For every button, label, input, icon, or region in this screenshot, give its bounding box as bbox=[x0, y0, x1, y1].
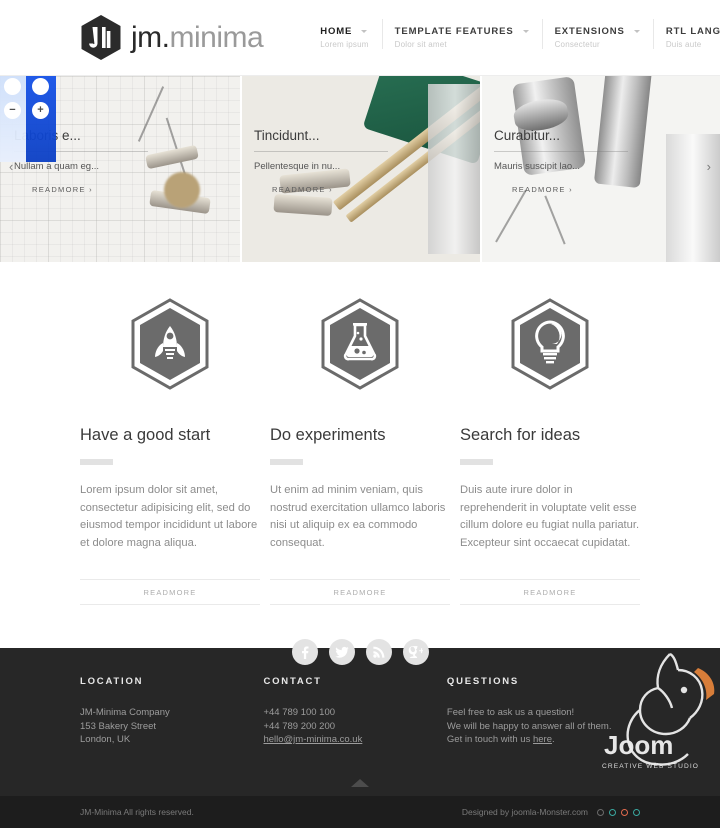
nav-sublabel: Lorem ipsum bbox=[320, 40, 369, 49]
feature-readmore-label: READMORE bbox=[333, 587, 387, 597]
chevron-up-icon bbox=[351, 779, 369, 787]
slider-zoom-control[interactable]: − + bbox=[0, 76, 56, 162]
nav-sublabel: Duis aute bbox=[665, 40, 702, 49]
footer-phone-secondary: +44 789 200 200 bbox=[263, 720, 336, 732]
slide-readmore-link[interactable]: READMORE › bbox=[254, 185, 403, 194]
nav-label: EXTENSIONS bbox=[554, 26, 625, 37]
copyright-text: JM-Minima All rights reserved. bbox=[80, 807, 194, 817]
nav-item-home[interactable]: HOME Lorem ipsum bbox=[307, 17, 381, 59]
zoom-in-button[interactable]: + bbox=[32, 102, 49, 119]
feature-card: Do experiments Ut enim ad minim veniam, … bbox=[270, 298, 450, 605]
flask-icon bbox=[319, 298, 401, 390]
slide-caption: Tincidunt... Pellentesque in nu... READM… bbox=[240, 128, 403, 194]
chevron-down-icon[interactable] bbox=[633, 30, 640, 33]
color-dot bbox=[621, 808, 628, 816]
color-dot bbox=[633, 808, 640, 816]
features-section: Have a good start Lorem ipsum dolor sit … bbox=[0, 262, 720, 605]
logo-wordmark: jm.minima bbox=[131, 20, 264, 55]
svg-text:CREATIVE WEB STUDIO: CREATIVE WEB STUDIO bbox=[602, 763, 699, 770]
feature-text: Lorem ipsum dolor sit amet, consectetur … bbox=[80, 484, 258, 549]
footer-text-suffix: . bbox=[552, 734, 555, 745]
footer-column-title: LOCATION bbox=[80, 676, 144, 687]
feature-card: Search for ideas Duis aute irure dolor i… bbox=[460, 298, 640, 605]
back-to-top-button[interactable] bbox=[330, 770, 390, 796]
slide-caption: Curabitur... Mauris suscipit lao... READ… bbox=[480, 128, 643, 194]
nav-item-rtl-languages[interactable]: RTL LANGUAGES Duis aute bbox=[652, 17, 720, 59]
feature-title: Have a good start bbox=[80, 426, 211, 444]
slide-divider bbox=[240, 76, 242, 262]
footer-columns: LOCATION JM-Minima Company 153 Bakery St… bbox=[0, 648, 720, 747]
color-dot bbox=[597, 808, 604, 816]
zoom-in-top-icon[interactable] bbox=[32, 78, 49, 95]
footer-phone-primary: +44 789 100 100 bbox=[263, 707, 336, 718]
footer-text-line: JM-Minima Company bbox=[80, 707, 170, 718]
nav-sublabel: Consectetur bbox=[554, 40, 600, 49]
feature-title: Do experiments bbox=[270, 426, 386, 444]
footer-column-title: CONTACT bbox=[263, 676, 322, 687]
nav-label: TEMPLATE FEATURES bbox=[394, 26, 514, 37]
nav-label: RTL LANGUAGES bbox=[665, 26, 720, 37]
color-dots bbox=[597, 808, 640, 816]
footer-column-location: LOCATION JM-Minima Company 153 Bakery St… bbox=[80, 676, 263, 747]
zoom-out-top-icon[interactable] bbox=[4, 78, 21, 95]
feature-text: Ut enim ad minim veniam, quis nostrud ex… bbox=[270, 484, 446, 549]
slide-title: Tincidunt... bbox=[254, 128, 388, 152]
nav-item-template-features[interactable]: TEMPLATE FEATURES Dolor sit amet bbox=[381, 17, 542, 59]
feature-divider bbox=[460, 459, 493, 465]
lightbulb-icon bbox=[509, 298, 591, 390]
footer-column-contact: CONTACT +44 789 100 100 +44 789 200 200 … bbox=[263, 676, 446, 747]
feature-readmore-button[interactable]: READMORE bbox=[80, 579, 260, 605]
feature-readmore-button[interactable]: READMORE bbox=[460, 579, 640, 605]
footer-text-line: 153 Bakery Street bbox=[80, 720, 157, 732]
feature-readmore-button[interactable]: READMORE bbox=[270, 579, 450, 605]
slide-item[interactable]: Tincidunt... Pellentesque in nu... READM… bbox=[240, 76, 480, 262]
nav-item-extensions[interactable]: EXTENSIONS Consectetur bbox=[541, 17, 653, 59]
designer-credit-text[interactable]: Designed by joomla-Monster.com bbox=[462, 807, 588, 817]
feature-divider bbox=[80, 459, 113, 465]
feature-card: Have a good start Lorem ipsum dolor sit … bbox=[80, 298, 260, 605]
logo-text-secondary: minima bbox=[169, 20, 264, 54]
slide-readmore-link[interactable]: READMORE › bbox=[494, 185, 643, 194]
color-dot bbox=[609, 808, 616, 816]
feature-readmore-label: READMORE bbox=[523, 587, 577, 597]
feature-readmore-label: READMORE bbox=[143, 587, 197, 597]
slide-divider bbox=[480, 76, 482, 262]
footer-email-link[interactable]: hello@jm-minima.co.uk bbox=[263, 734, 362, 745]
hexagon-jm-logo-icon bbox=[80, 14, 122, 61]
hero-slider[interactable]: − + Laboris e... Nullam a quam eg... REA… bbox=[0, 76, 720, 262]
logo-text-primary: jm. bbox=[131, 20, 170, 54]
slide-item[interactable]: Curabitur... Mauris suscipit lao... READ… bbox=[480, 76, 720, 262]
footer-here-link[interactable]: here bbox=[533, 734, 552, 745]
feature-divider bbox=[270, 459, 303, 465]
slider-next-arrow[interactable]: › bbox=[707, 160, 711, 173]
slide-description: Pellentesque in nu... bbox=[254, 161, 341, 172]
page-root: jm.minima HOME Lorem ipsum TEMPLATE FEAT… bbox=[0, 0, 720, 828]
footer-column-title: QUESTIONS bbox=[446, 676, 520, 687]
footer-text-prefix: Get in touch with us bbox=[446, 734, 533, 745]
site-logo[interactable]: jm.minima bbox=[80, 14, 264, 61]
chevron-down-icon[interactable] bbox=[361, 30, 368, 33]
feature-text: Duis aute irure dolor in reprehenderit i… bbox=[460, 484, 640, 549]
footer-text-line: We will be happy to answer all of them. bbox=[446, 720, 612, 732]
main-navigation: HOME Lorem ipsum TEMPLATE FEATURES Dolor… bbox=[307, 17, 720, 59]
footer-column-questions: QUESTIONS Feel free to ask us a question… bbox=[447, 676, 640, 747]
chevron-down-icon[interactable] bbox=[522, 30, 529, 33]
copyright-bar: JM-Minima All rights reserved. Designed … bbox=[0, 796, 720, 828]
designer-credit: Designed by joomla-Monster.com bbox=[462, 807, 640, 817]
footer-text-line: Get in touch with us here. bbox=[447, 733, 640, 747]
nav-label: HOME bbox=[320, 26, 353, 37]
feature-title: Search for ideas bbox=[460, 426, 581, 444]
rocket-icon bbox=[129, 298, 211, 390]
nav-sublabel: Dolor sit amet bbox=[394, 40, 447, 49]
zoom-out-button[interactable]: − bbox=[4, 102, 21, 119]
slide-readmore-link[interactable]: READMORE › bbox=[14, 185, 163, 194]
footer-text-line: London, UK bbox=[80, 734, 131, 745]
footer-text-line: Feel free to ask us a question! bbox=[446, 707, 575, 718]
slide-description: Mauris suscipit lao... bbox=[494, 161, 581, 172]
slide-description: Nullam a quam eg... bbox=[14, 161, 100, 172]
site-header: jm.minima HOME Lorem ipsum TEMPLATE FEAT… bbox=[0, 0, 720, 76]
site-footer: Joom CREATIVE WEB STUDIO LOCATION JM-Min… bbox=[0, 648, 720, 796]
slide-title: Curabitur... bbox=[494, 128, 628, 152]
slide-item[interactable]: − + Laboris e... Nullam a quam eg... REA… bbox=[0, 76, 240, 262]
